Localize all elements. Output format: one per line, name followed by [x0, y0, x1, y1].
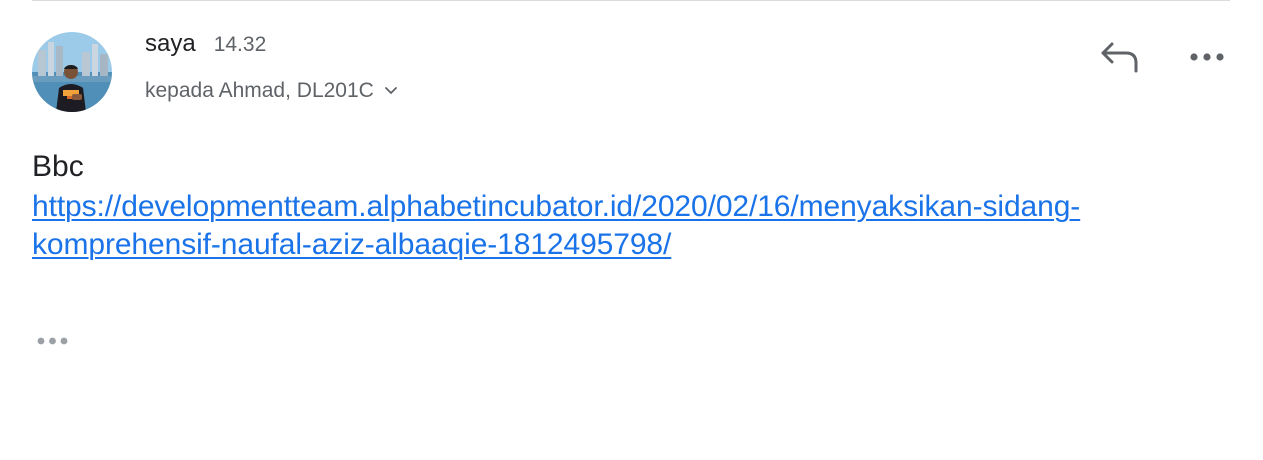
- recipients-toggle[interactable]: kepada Ahmad, DL201C: [145, 79, 398, 103]
- sender-avatar[interactable]: [32, 32, 112, 112]
- show-trimmed-content-button[interactable]: [32, 330, 74, 352]
- message-link-line-2: komprehensif-naufal-aziz-albaaqie-181249…: [32, 228, 672, 261]
- reply-icon: [1101, 42, 1138, 73]
- message-timestamp: 14.32: [213, 33, 267, 56]
- recipients-text: kepada Ahmad, DL201C: [145, 79, 374, 102]
- top-divider: [32, 0, 1230, 1]
- ellipsis-icon: [37, 337, 68, 345]
- sender-name: saya: [145, 30, 196, 57]
- more-horizontal-icon: [1190, 53, 1224, 61]
- avatar-photo: [32, 32, 112, 112]
- reply-button[interactable]: [1098, 38, 1142, 78]
- sender-line: saya 14.32: [145, 30, 266, 58]
- message-link-line-1: https://developmentteam.alphabetincubato…: [32, 190, 1081, 223]
- chevron-down-icon: [384, 86, 398, 96]
- message-link[interactable]: https://developmentteam.alphabetincubato…: [32, 188, 1227, 264]
- message-body-text: Bbc: [32, 150, 84, 183]
- more-options-button[interactable]: [1186, 44, 1228, 70]
